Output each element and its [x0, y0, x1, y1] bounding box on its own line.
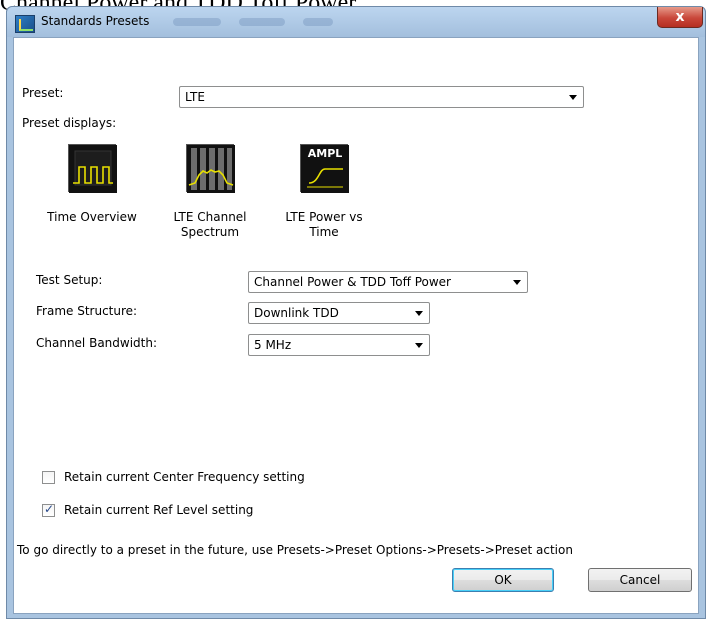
display-caption: Time Overview: [47, 210, 137, 224]
retain-center-frequency-checkbox[interactable]: [42, 471, 55, 484]
lte-channel-spectrum-icon: [186, 144, 235, 193]
ok-button[interactable]: OK: [452, 568, 554, 592]
chevron-down-icon: [513, 280, 521, 285]
chevron-down-icon: [415, 311, 423, 316]
standards-presets-dialog: Standards Presets x Preset: LTE Preset d…: [6, 6, 706, 619]
chevron-down-icon: [415, 343, 423, 348]
retain-ref-level-checkbox[interactable]: [42, 502, 55, 517]
frame-structure-value: Downlink TDD: [254, 306, 339, 320]
title-bar[interactable]: Standards Presets x: [7, 7, 705, 37]
preset-hint-text: To go directly to a preset in the future…: [17, 543, 573, 557]
lte-power-vs-time-icon: AMPL: [300, 144, 349, 193]
test-setup-dropdown[interactable]: Channel Power & TDD Toff Power: [248, 271, 528, 293]
ampl-icon-label: AMPL: [307, 147, 343, 160]
preset-displays-label: Preset displays:: [22, 116, 117, 130]
dialog-body: Preset: LTE Preset displays: Time Overvi…: [13, 37, 699, 614]
frame-structure-dropdown[interactable]: Downlink TDD: [248, 302, 430, 324]
preset-dropdown[interactable]: LTE: [179, 86, 584, 108]
channel-bandwidth-label: Channel Bandwidth:: [36, 336, 158, 350]
retain-center-frequency-label[interactable]: Retain current Center Frequency setting: [64, 470, 305, 484]
cancel-button[interactable]: Cancel: [588, 568, 692, 592]
frame-structure-label: Frame Structure:: [36, 304, 138, 318]
test-setup-value: Channel Power & TDD Toff Power: [254, 275, 451, 289]
display-caption: LTE Channel Spectrum: [173, 210, 247, 239]
window-title: Standards Presets: [41, 14, 150, 28]
display-caption: LTE Power vs Time: [285, 210, 363, 239]
time-overview-icon: [68, 144, 117, 193]
preset-value: LTE: [185, 90, 205, 104]
chevron-down-icon: [569, 95, 577, 100]
app-icon: [15, 15, 35, 33]
preset-label: Preset:: [22, 86, 64, 100]
retain-ref-level-label[interactable]: Retain current Ref Level setting: [64, 503, 253, 517]
channel-bandwidth-value: 5 MHz: [254, 338, 292, 352]
channel-bandwidth-dropdown[interactable]: 5 MHz: [248, 334, 430, 356]
test-setup-label: Test Setup:: [36, 273, 103, 287]
background-menu: [173, 18, 373, 28]
close-button[interactable]: x: [657, 7, 703, 28]
